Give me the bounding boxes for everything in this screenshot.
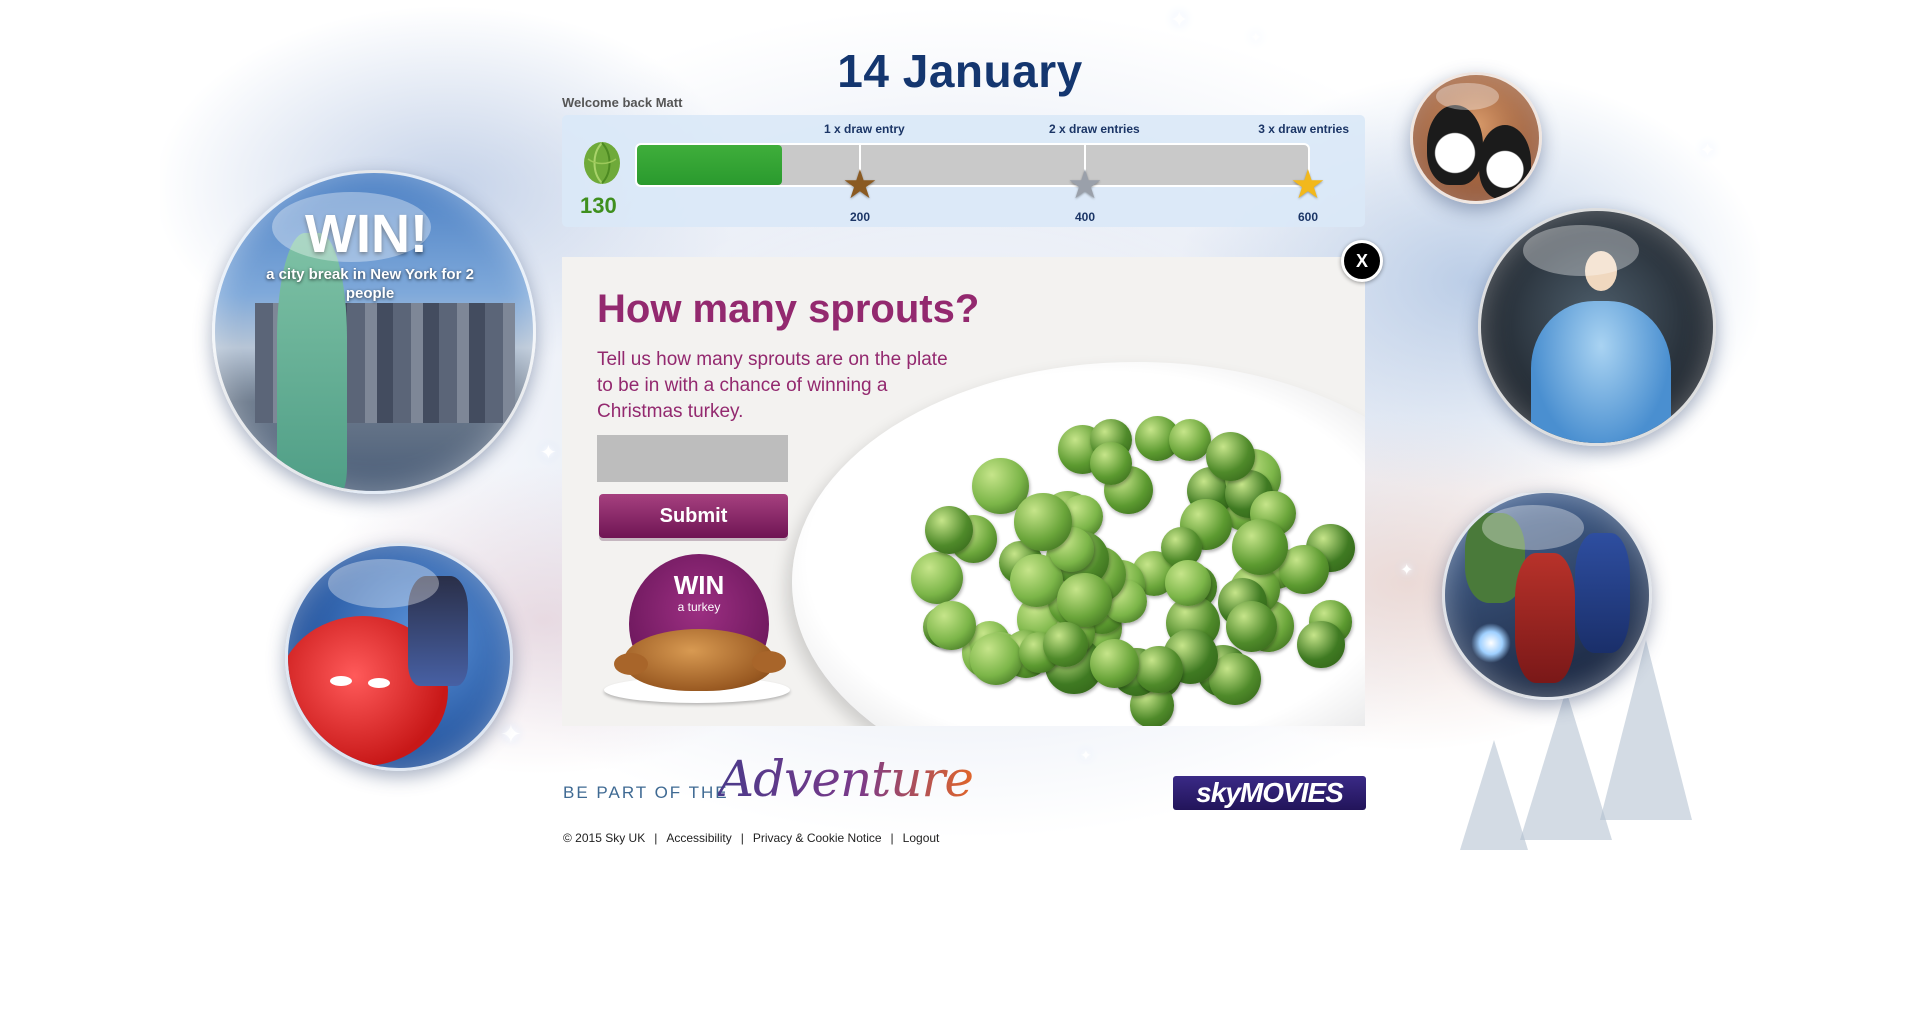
silver-star-icon: ★ bbox=[1067, 162, 1103, 208]
sprout-icon bbox=[584, 142, 620, 184]
sprout-image bbox=[1231, 519, 1288, 576]
sky-movies-logo: skyMOVIES bbox=[1173, 776, 1366, 810]
avengers-bubble[interactable] bbox=[1442, 490, 1652, 700]
big-hero-6-bubble[interactable] bbox=[285, 543, 513, 771]
quiz-heading: How many sprouts? bbox=[597, 287, 980, 331]
sparkle-icon: ✦ bbox=[540, 440, 557, 464]
footer-legal-bar: © 2015 Sky UK | Accessibility | Privacy & Co… bbox=[563, 831, 939, 845]
sprout-image bbox=[1057, 572, 1112, 628]
privacy-cookie-link[interactable]: Privacy & Cookie Notice bbox=[753, 831, 882, 845]
new-york-win-subtitle: a city break in New York for 2 people bbox=[266, 266, 474, 302]
snowy-tree-decoration bbox=[1520, 690, 1612, 840]
quiz-card: How many sprouts? Tell us how many sprou… bbox=[562, 257, 1365, 726]
divider: | bbox=[740, 831, 744, 845]
accessibility-link[interactable]: Accessibility bbox=[666, 831, 731, 845]
turkey-leg-image bbox=[614, 653, 648, 675]
adventure-logo: Adventure bbox=[718, 750, 974, 808]
badge-title: WIN bbox=[673, 570, 725, 600]
points-counter: 130 bbox=[580, 193, 617, 218]
divider: | bbox=[890, 831, 894, 845]
welcome-message: Welcome back Matt bbox=[562, 95, 683, 110]
gold-star-icon: ★ bbox=[1290, 162, 1326, 208]
penguins-bubble[interactable] bbox=[1410, 72, 1542, 204]
sparkle-icon: ✦ bbox=[500, 720, 522, 750]
bubble-shine bbox=[1481, 505, 1584, 551]
sprout-image bbox=[1225, 600, 1277, 652]
submit-button[interactable]: Submit bbox=[599, 494, 788, 538]
snowy-tree-decoration bbox=[1460, 740, 1528, 850]
sprout-image bbox=[1297, 620, 1346, 669]
tier-label: 1 x draw entry bbox=[824, 122, 905, 136]
page-date-title: 14 January bbox=[837, 45, 1083, 97]
progress-track bbox=[635, 143, 1310, 187]
bronze-star-icon: ★ bbox=[842, 162, 878, 208]
iron-man-figure-image bbox=[1515, 553, 1575, 683]
captain-america-figure-image bbox=[1575, 533, 1630, 653]
tier-threshold: 200 bbox=[850, 210, 871, 224]
cinderella-bubble[interactable] bbox=[1478, 208, 1716, 446]
progress-panel: 130 1 x draw entry 2 x draw entries 3 x … bbox=[562, 115, 1365, 227]
baymax-eye-icon bbox=[368, 678, 390, 688]
tagline-lead: BE PART OF THE bbox=[563, 783, 729, 802]
sparkle-icon: ✦ bbox=[1400, 560, 1414, 579]
badge-subtitle: a turkey bbox=[677, 600, 721, 614]
sparkle-icon: ✦ bbox=[1170, 8, 1189, 33]
sprout-image bbox=[1164, 560, 1211, 607]
new-york-prize-bubble[interactable]: WIN! a city break in New York for 2 peop… bbox=[212, 170, 536, 494]
quiz-description: Tell us how many sprouts are on the plat… bbox=[597, 349, 948, 422]
sprout-image bbox=[1089, 442, 1132, 485]
sprout-image bbox=[924, 506, 973, 555]
sprout-image bbox=[1014, 493, 1072, 551]
tier-threshold: 600 bbox=[1298, 210, 1319, 224]
bubble-shine bbox=[327, 559, 439, 609]
bubble-shine bbox=[272, 192, 432, 263]
logout-link[interactable]: Logout bbox=[903, 831, 940, 845]
progress-fill bbox=[637, 145, 783, 185]
sparkle-icon: ✦ bbox=[1700, 140, 1716, 161]
repulsor-glow-image bbox=[1471, 623, 1511, 663]
sprout-image bbox=[1135, 645, 1183, 693]
turkey-leg-image bbox=[752, 651, 786, 673]
tier-threshold: 400 bbox=[1075, 210, 1096, 224]
penguin-image bbox=[1427, 105, 1483, 185]
divider: | bbox=[654, 831, 658, 845]
tier-label: 2 x draw entries bbox=[1049, 122, 1140, 136]
copyright-text: © 2015 Sky UK bbox=[563, 831, 646, 845]
tier-label: 3 x draw entries bbox=[1258, 122, 1349, 136]
sprout-image bbox=[911, 552, 964, 604]
baymax-eye-icon bbox=[330, 676, 352, 686]
bubble-shine bbox=[1522, 224, 1639, 276]
close-button[interactable]: X bbox=[1341, 240, 1383, 282]
sprout-image bbox=[969, 633, 1022, 685]
sparkle-icon: ✦ bbox=[1080, 748, 1092, 764]
cinderella-gown-image bbox=[1531, 301, 1671, 443]
bubble-shine bbox=[1435, 82, 1499, 111]
penguin-image bbox=[1479, 125, 1531, 199]
sprout-count-input[interactable] bbox=[597, 435, 788, 482]
